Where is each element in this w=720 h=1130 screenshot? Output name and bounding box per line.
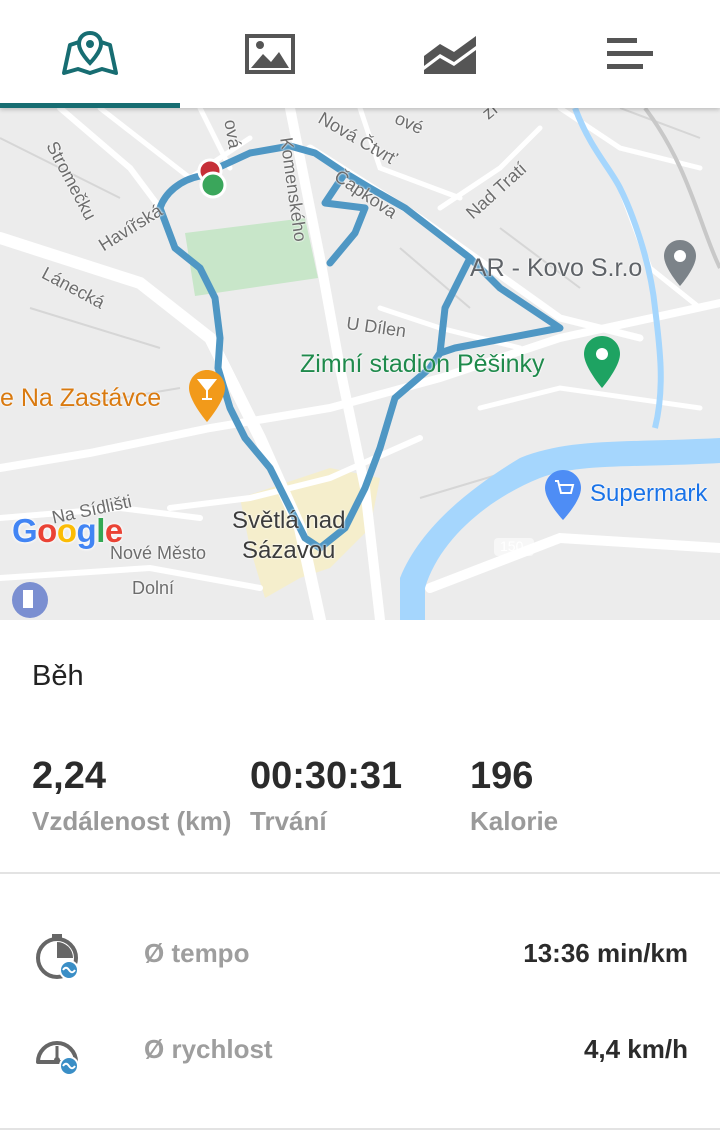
street-label-dolni: Dolní xyxy=(132,578,175,598)
map-pin-book-icon xyxy=(62,30,118,75)
area-chart-icon xyxy=(424,36,476,74)
active-tab-indicator xyxy=(0,103,180,108)
activity-type: Běh xyxy=(32,660,84,692)
calories-label: Kalorie xyxy=(470,806,559,836)
distance-label: Vzdálenost (km) xyxy=(32,806,232,836)
google-logo: Google xyxy=(12,512,123,549)
pace-stopwatch-icon xyxy=(36,934,79,980)
speed-label: Ø rychlost xyxy=(144,1034,273,1064)
tab-map[interactable] xyxy=(0,0,180,108)
pace-label: Ø tempo xyxy=(144,938,250,968)
poi-label-ar-kovo[interactable]: AR - Kovo S.r.o xyxy=(470,254,642,283)
town-label: Světlá nad Sázavou xyxy=(232,507,346,564)
distance-value: 2,24 xyxy=(32,755,106,797)
tab-details[interactable] xyxy=(540,0,720,108)
route-start-marker xyxy=(199,171,227,199)
duration-label: Trvání xyxy=(250,806,327,836)
tab-photos[interactable] xyxy=(180,0,360,108)
top-tab-bar xyxy=(0,0,720,108)
duration-stat: 00:30:31 Trvání xyxy=(250,754,402,836)
poi-label-zimni-stadion[interactable]: Zimní stadion Pěšinky xyxy=(300,350,545,379)
duration-value: 00:30:31 xyxy=(250,755,403,797)
image-icon xyxy=(245,34,295,74)
speed-value: 4,4 km/h xyxy=(583,1034,688,1064)
calories-value: 196 xyxy=(470,755,534,797)
speedometer-icon xyxy=(36,1041,79,1076)
distance-stat: 2,24 Vzdálenost (km) xyxy=(32,754,231,836)
metric-row-pace: Ø tempo 13:36 min/km xyxy=(0,908,720,1004)
bars-list-icon xyxy=(607,38,653,69)
section-divider xyxy=(0,872,720,874)
poi-label-supermarket[interactable]: Supermark xyxy=(590,480,707,508)
metric-row-speed: Ø rychlost 4,4 km/h xyxy=(0,1004,720,1100)
road-number-label: 150 xyxy=(500,538,524,554)
street-label-nove-mesto: Nové Město xyxy=(110,543,207,563)
poi-label-na-zastavce[interactable]: e Na Zastávce xyxy=(0,384,161,413)
route-map[interactable]: Stromečku Havířská Lánecká Komenského Ča… xyxy=(0,108,720,620)
calories-stat: 196 Kalorie xyxy=(470,754,558,836)
pace-value: 13:36 min/km xyxy=(523,938,688,968)
tab-charts[interactable] xyxy=(360,0,540,108)
